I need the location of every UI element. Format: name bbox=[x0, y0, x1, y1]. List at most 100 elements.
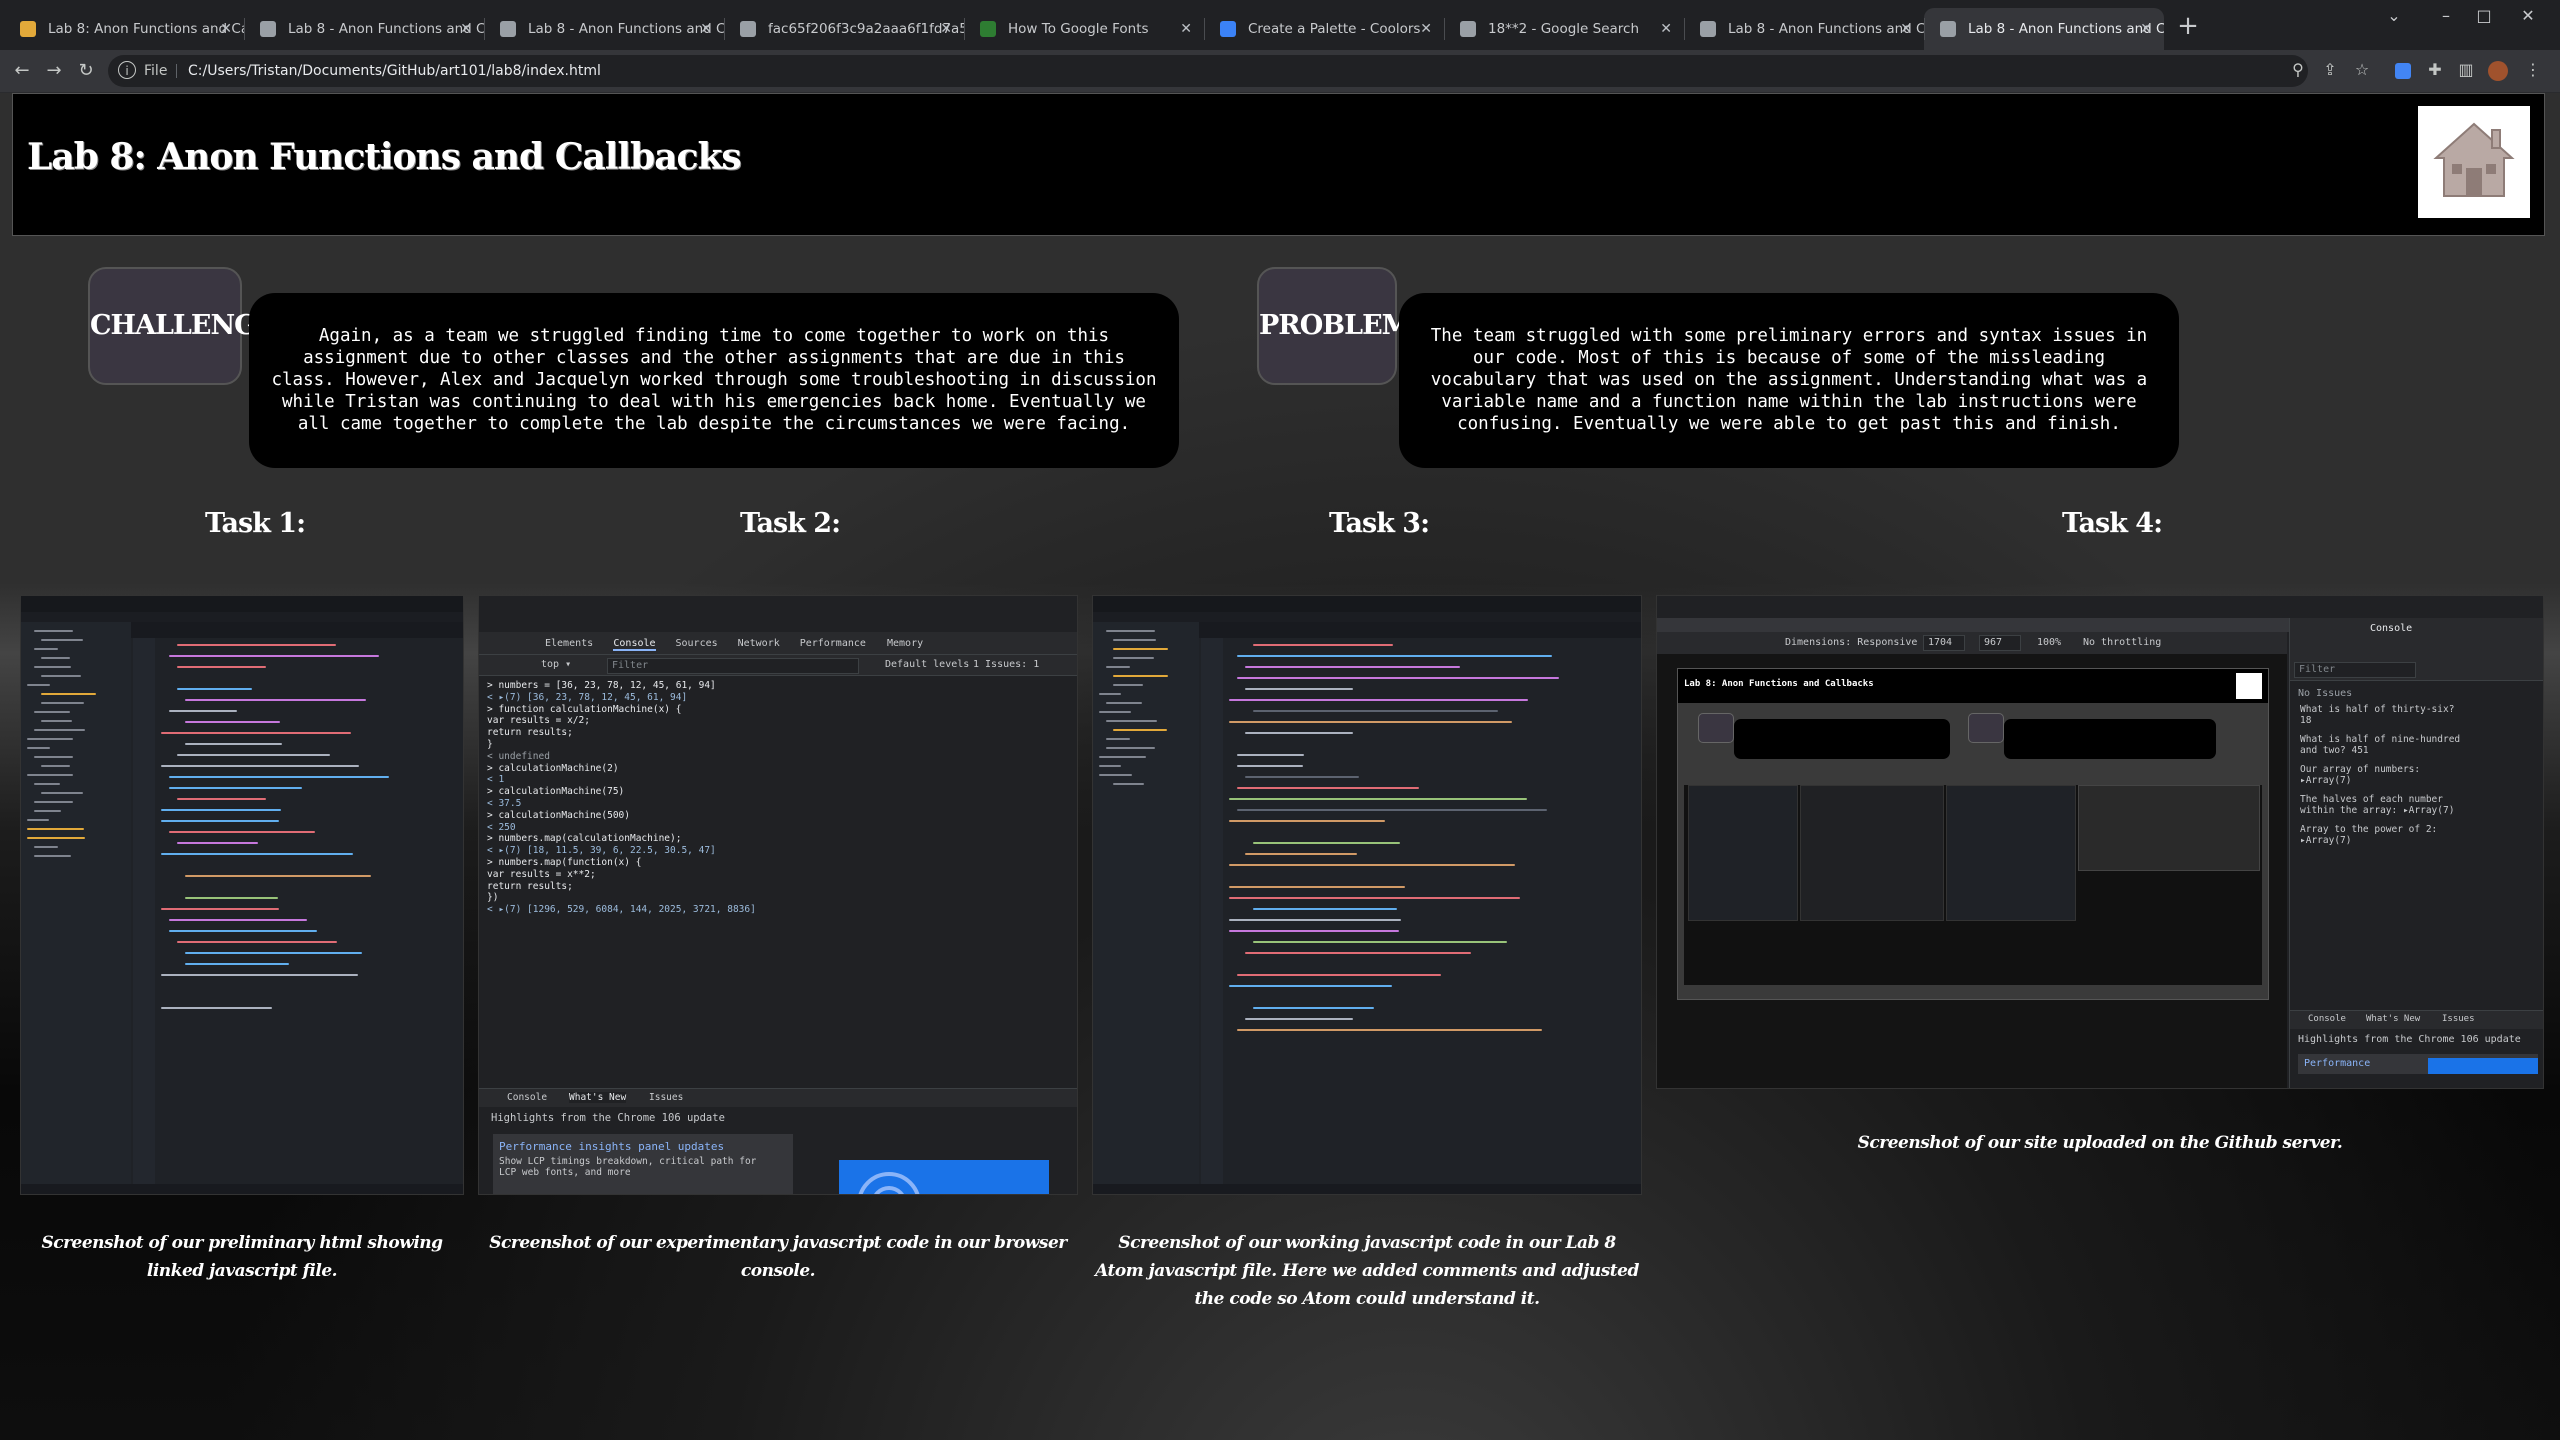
close-window-button[interactable]: ✕ bbox=[2510, 0, 2546, 32]
zoom-icon[interactable]: ⚲ bbox=[2287, 59, 2309, 81]
responsive-viewport: Lab 8: Anon Functions and Callbacks bbox=[1657, 654, 2287, 1088]
tree-item bbox=[34, 666, 71, 668]
browser-tab[interactable]: fac65f206f3c9a2aaa6f1fd7a5766✕ bbox=[724, 8, 964, 50]
tree-item bbox=[1106, 702, 1142, 704]
devtools-tab[interactable]: Network bbox=[738, 638, 780, 649]
mini-problems-bubble bbox=[2004, 719, 2216, 759]
tab-close-icon[interactable]: ✕ bbox=[1420, 8, 1432, 50]
drawer-tab[interactable]: What's New bbox=[569, 1092, 627, 1103]
devtools-tab[interactable]: Performance bbox=[800, 638, 866, 649]
browser-tab[interactable]: Lab 8 - Anon Functions and Callb✕ bbox=[244, 8, 484, 50]
log-levels-select[interactable]: Default levels bbox=[885, 659, 969, 670]
tab-search-icon[interactable]: ⌄ bbox=[2376, 0, 2412, 32]
tree-item bbox=[1113, 648, 1168, 650]
task-4-screenshot: Dimensions: Responsive 1704 967 100% No … bbox=[1656, 595, 2544, 1089]
side-drawer-tab[interactable]: What's New bbox=[2366, 1014, 2420, 1024]
console-line: < ▸(7) [36, 23, 78, 12, 45, 61, 94] bbox=[487, 691, 688, 703]
console-line: < ▸(7) [18, 11.5, 39, 6, 22.5, 30.5, 47] bbox=[487, 845, 716, 857]
console-line: < 37.5 bbox=[487, 798, 522, 809]
code-line bbox=[1253, 908, 1397, 910]
tree-item bbox=[34, 855, 71, 857]
extensions-puzzle-icon[interactable]: ✚ bbox=[2424, 59, 2446, 81]
side-filter-input[interactable]: Filter bbox=[2294, 662, 2416, 678]
tab-close-icon[interactable]: ✕ bbox=[220, 8, 232, 50]
mini-challenges-bubble bbox=[1734, 719, 1950, 759]
tab-close-icon[interactable]: ✕ bbox=[1900, 8, 1912, 50]
browser-tab[interactable]: Lab 8 - Anon Functions and Callb✕ bbox=[484, 8, 724, 50]
tree-item bbox=[1106, 747, 1155, 749]
profile-avatar[interactable] bbox=[2487, 59, 2509, 81]
mini-browser-top bbox=[479, 596, 1077, 632]
console-line: > function calculationMachine(x) { bbox=[487, 703, 682, 715]
drawer-item-title[interactable]: Performance insights panel updates bbox=[499, 1140, 724, 1153]
devtools-tab[interactable]: Memory bbox=[887, 638, 923, 649]
tree-item bbox=[1106, 720, 1157, 722]
promo-banner-image bbox=[839, 1160, 1049, 1194]
browser-tab[interactable]: Lab 8 - Anon Functions and Callb✕ bbox=[1684, 8, 1924, 50]
browser-tab[interactable]: Create a Palette - Coolors ✕ bbox=[1204, 8, 1444, 50]
browser-tab[interactable]: How To Google Fonts ✕ bbox=[964, 8, 1204, 50]
code-line bbox=[185, 743, 282, 745]
info-icon[interactable]: i bbox=[118, 61, 136, 79]
browser-tab[interactable]: Lab 8: Anon Functions and Callb ✕ bbox=[4, 8, 244, 50]
side-console-tab[interactable]: Console bbox=[2370, 623, 2412, 634]
console-filter-input[interactable]: Filter bbox=[607, 658, 859, 674]
side-no-issues: No Issues bbox=[2298, 688, 2353, 699]
chrome-logo-icon bbox=[858, 1172, 920, 1194]
omnibox-divider bbox=[176, 64, 177, 78]
new-tab-button[interactable]: + bbox=[2172, 10, 2204, 42]
console-line: } bbox=[487, 739, 493, 750]
issues-counter[interactable]: 1 Issues: 1 bbox=[973, 659, 1039, 670]
context-select[interactable]: top ▾ bbox=[541, 659, 571, 670]
url-text[interactable]: C:/Users/Tristan/Documents/GitHub/art101… bbox=[188, 55, 601, 87]
tab-close-icon[interactable]: ✕ bbox=[940, 8, 952, 50]
side-drawer-card[interactable]: Performance bbox=[2298, 1054, 2538, 1074]
code-line bbox=[177, 798, 266, 800]
minimize-button[interactable]: – bbox=[2428, 0, 2464, 32]
code-line bbox=[1229, 919, 1401, 921]
code-line bbox=[169, 787, 302, 789]
height-input[interactable]: 967 bbox=[1979, 635, 2021, 651]
bookmark-star-icon[interactable]: ☆ bbox=[2351, 59, 2373, 81]
menu-kebab-icon[interactable]: ⋮ bbox=[2522, 59, 2544, 81]
tab-close-icon[interactable]: ✕ bbox=[1660, 8, 1672, 50]
console-toolbar: top ▾ Filter Default levels 1 Issues: 1 bbox=[479, 655, 1077, 676]
tab-close-icon[interactable]: ✕ bbox=[1180, 8, 1192, 50]
tab-close-icon[interactable]: ✕ bbox=[700, 8, 712, 50]
tree-item bbox=[27, 837, 85, 839]
devtools-tab[interactable]: Elements bbox=[545, 638, 593, 649]
side-drawer-tab[interactable]: Issues bbox=[2442, 1014, 2475, 1024]
forward-button[interactable]: → bbox=[38, 55, 70, 87]
drawer-heading: Highlights from the Chrome 106 update bbox=[491, 1112, 725, 1124]
side-console-line: Our array of numbers: ▸Array(7) bbox=[2300, 764, 2421, 786]
devtools-tab[interactable]: Console bbox=[613, 638, 656, 651]
share-icon[interactable]: ⇪ bbox=[2319, 59, 2341, 81]
throttle-select[interactable]: No throttling bbox=[2083, 637, 2161, 648]
tab-close-icon[interactable]: ✕ bbox=[2140, 8, 2152, 50]
width-input[interactable]: 1704 bbox=[1923, 635, 1965, 651]
zoom-select[interactable]: 100% bbox=[2037, 637, 2061, 648]
browser-tab[interactable]: 18**2 - Google Search ✕ bbox=[1444, 8, 1684, 50]
drawer-tab[interactable]: Issues bbox=[649, 1092, 683, 1103]
task-1-heading: Task 1: bbox=[205, 508, 306, 539]
devtools-tab[interactable]: Sources bbox=[676, 638, 718, 649]
tab-close-icon[interactable]: ✕ bbox=[460, 8, 472, 50]
home-button[interactable] bbox=[2418, 106, 2530, 218]
code-line bbox=[1229, 930, 1399, 932]
tree-item bbox=[1113, 675, 1168, 677]
drawer-tab[interactable]: Console bbox=[507, 1092, 547, 1103]
omnibox[interactable]: i File C:/Users/Tristan/Documents/GitHub… bbox=[108, 55, 2308, 87]
tree-item bbox=[27, 747, 50, 749]
side-drawer-tab[interactable]: Console bbox=[2308, 1014, 2346, 1024]
whats-new-card[interactable]: Performance insights panel updates Show … bbox=[493, 1134, 793, 1194]
console-line: < ▸(7) [1296, 529, 6084, 144, 2025, 3721… bbox=[487, 904, 756, 916]
maximize-button[interactable]: □ bbox=[2466, 0, 2502, 32]
dimensions-select[interactable]: Dimensions: Responsive bbox=[1785, 637, 1917, 648]
tree-item bbox=[34, 648, 58, 650]
extension-icon[interactable] bbox=[2392, 59, 2414, 81]
browser-tab[interactable]: Lab 8 - Anon Functions and Callb✕ bbox=[1924, 8, 2164, 50]
back-button[interactable]: ← bbox=[6, 55, 38, 87]
tab-favicon-icon bbox=[20, 21, 36, 37]
reload-button[interactable]: ↻ bbox=[70, 55, 102, 87]
side-panel-icon[interactable]: ▥ bbox=[2455, 59, 2477, 81]
